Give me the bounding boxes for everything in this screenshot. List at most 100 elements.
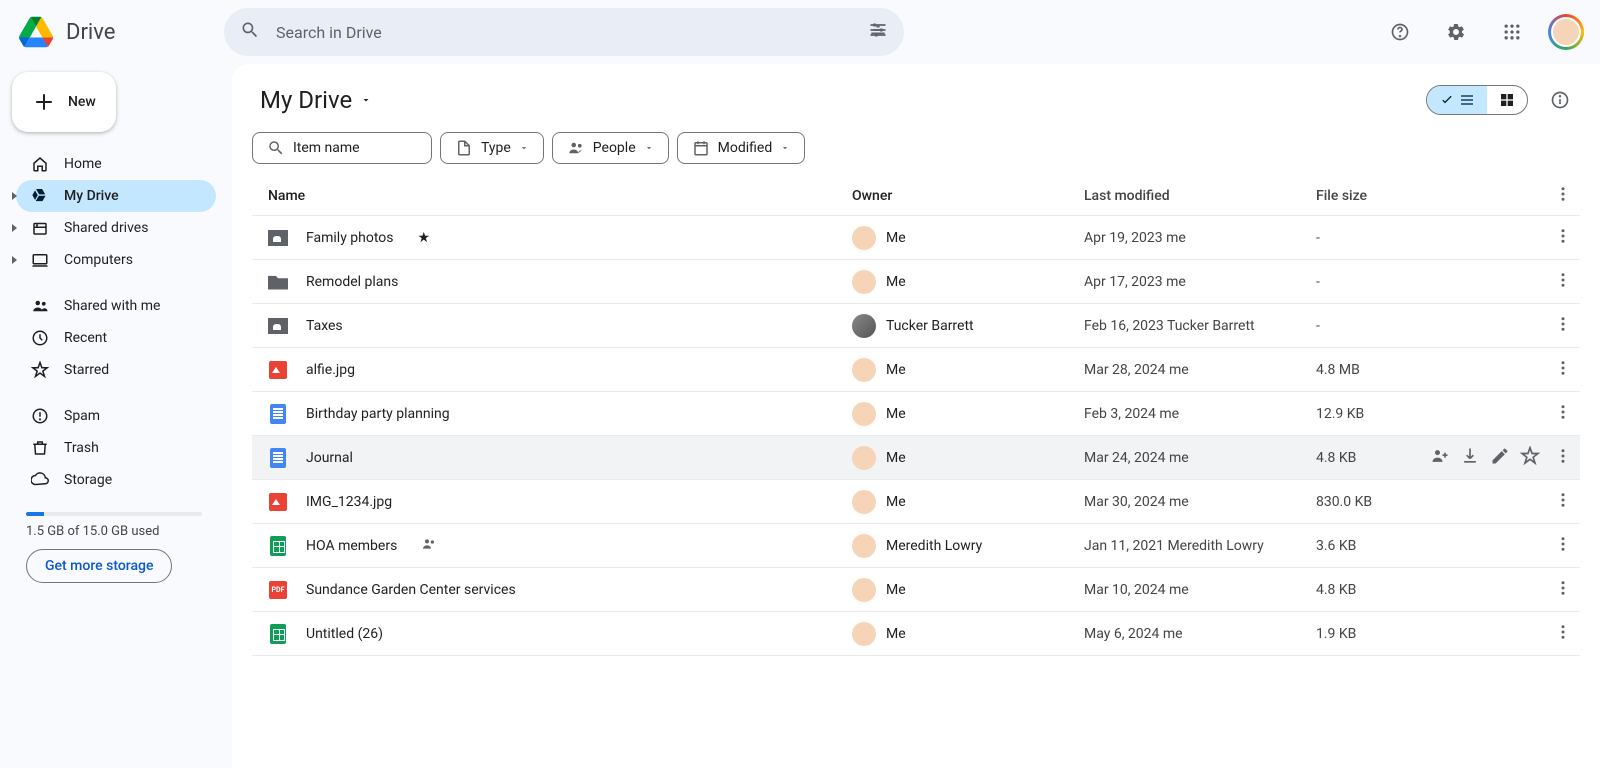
owner-name: Me bbox=[886, 494, 906, 510]
sidebar-item-my-drive[interactable]: My Drive bbox=[16, 180, 216, 212]
shared-badge-icon bbox=[421, 536, 437, 556]
breadcrumb-title[interactable]: My Drive bbox=[252, 82, 380, 118]
row-more-icon[interactable] bbox=[1550, 355, 1576, 385]
table-row[interactable]: alfie.jpgMeMar 28, 2024 me4.8 MB bbox=[252, 348, 1580, 392]
sidebar-item-starred[interactable]: Starred bbox=[16, 354, 216, 386]
table-row[interactable]: IMG_1234.jpgMeMar 30, 2024 me830.0 KB bbox=[252, 480, 1580, 524]
download-icon[interactable] bbox=[1460, 446, 1480, 470]
file-type-icon: PDF bbox=[268, 580, 288, 600]
file-name: Remodel plans bbox=[306, 274, 398, 290]
table-row[interactable]: JournalMeMar 24, 2024 me4.8 KB bbox=[252, 436, 1580, 480]
sidebar-item-label: Home bbox=[64, 156, 102, 172]
filter-type[interactable]: Type bbox=[440, 132, 544, 164]
file-size: 4.8 KB bbox=[1316, 582, 1446, 598]
col-modified-header[interactable]: Last modified bbox=[1084, 188, 1170, 204]
table-row[interactable]: Untitled (26)MeMay 6, 2024 me1.9 KB bbox=[252, 612, 1580, 656]
sidebar-item-home[interactable]: Home bbox=[16, 148, 216, 180]
file-name: Journal bbox=[306, 450, 353, 466]
owner-name: Me bbox=[886, 406, 906, 422]
storage-block: 1.5 GB of 15.0 GB used Get more storage bbox=[12, 504, 216, 591]
owner-avatar bbox=[852, 402, 876, 426]
chevron-down-icon bbox=[360, 94, 372, 106]
owner-avatar bbox=[852, 358, 876, 382]
table-header-more-icon[interactable] bbox=[1550, 181, 1576, 211]
table-row[interactable]: TaxesTucker BarrettFeb 16, 2023 Tucker B… bbox=[252, 304, 1580, 348]
col-size-header[interactable]: File size bbox=[1316, 188, 1367, 204]
file-size: 4.8 MB bbox=[1316, 362, 1446, 378]
file-size: - bbox=[1316, 318, 1446, 334]
storage-text: 1.5 GB of 15.0 GB used bbox=[26, 524, 202, 539]
row-more-icon[interactable] bbox=[1550, 311, 1576, 341]
row-more-icon[interactable] bbox=[1550, 443, 1576, 473]
grid-view-button[interactable] bbox=[1487, 86, 1527, 114]
row-more-icon[interactable] bbox=[1550, 531, 1576, 561]
file-name: Birthday party planning bbox=[306, 406, 450, 422]
sidebar-item-recent[interactable]: Recent bbox=[16, 322, 216, 354]
sidebar-item-spam[interactable]: Spam bbox=[16, 400, 216, 432]
star-icon[interactable] bbox=[1520, 446, 1540, 470]
owner-avatar bbox=[852, 226, 876, 250]
table-row[interactable]: Birthday party planningMeFeb 3, 2024 me1… bbox=[252, 392, 1580, 436]
sidebar-item-computers[interactable]: Computers bbox=[16, 244, 216, 276]
settings-icon[interactable] bbox=[1436, 12, 1476, 52]
table-row[interactable]: PDFSundance Garden Center servicesMeMar … bbox=[252, 568, 1580, 612]
help-icon[interactable] bbox=[1380, 12, 1420, 52]
main-content: My Drive Item name bbox=[232, 64, 1600, 768]
sidebar-item-label: My Drive bbox=[64, 188, 119, 204]
row-more-icon[interactable] bbox=[1550, 223, 1576, 253]
table-header: Name Owner Last modified File size bbox=[252, 176, 1580, 216]
modified-date: Apr 19, 2023 me bbox=[1084, 230, 1316, 246]
modified-date: Feb 3, 2024 me bbox=[1084, 406, 1316, 422]
table-row[interactable]: HOA membersMeredith LowryJan 11, 2021 Me… bbox=[252, 524, 1580, 568]
sidebar-item-shared-with-me[interactable]: Shared with me bbox=[16, 290, 216, 322]
owner-avatar bbox=[852, 578, 876, 602]
file-type-icon bbox=[268, 316, 288, 336]
get-more-storage-button[interactable]: Get more storage bbox=[26, 549, 172, 583]
search-bar[interactable] bbox=[224, 8, 904, 56]
file-name: Family photos bbox=[306, 230, 394, 246]
row-more-icon[interactable] bbox=[1550, 267, 1576, 297]
modified-date: Mar 10, 2024 me bbox=[1084, 582, 1316, 598]
owner-avatar bbox=[852, 534, 876, 558]
filter-people[interactable]: People bbox=[552, 132, 669, 164]
sidebar-item-storage[interactable]: Storage bbox=[16, 464, 216, 496]
view-toggle bbox=[1426, 85, 1528, 115]
sidebar-item-trash[interactable]: Trash bbox=[16, 432, 216, 464]
trash-icon bbox=[30, 438, 50, 458]
account-avatar[interactable] bbox=[1548, 14, 1584, 50]
row-more-icon[interactable] bbox=[1550, 399, 1576, 429]
row-more-icon[interactable] bbox=[1550, 487, 1576, 517]
sidebar: New Home My Drive Shared drivesComputers S… bbox=[0, 64, 232, 768]
filter-item-name[interactable]: Item name bbox=[252, 132, 432, 164]
table-row[interactable]: Remodel plansMeApr 17, 2023 me- bbox=[252, 260, 1580, 304]
share-icon[interactable] bbox=[1430, 446, 1450, 470]
apps-icon[interactable] bbox=[1492, 12, 1532, 52]
sidebar-item-shared-drives[interactable]: Shared drives bbox=[16, 212, 216, 244]
row-more-icon[interactable] bbox=[1550, 575, 1576, 605]
owner-name: Me bbox=[886, 274, 906, 290]
row-more-icon[interactable] bbox=[1550, 619, 1576, 649]
storage-icon bbox=[30, 470, 50, 490]
owner-name: Me bbox=[886, 582, 906, 598]
rename-icon[interactable] bbox=[1490, 446, 1510, 470]
file-name: HOA members bbox=[306, 538, 397, 554]
new-button[interactable]: New bbox=[12, 72, 116, 132]
header-icons bbox=[1380, 12, 1584, 52]
list-view-button[interactable] bbox=[1427, 86, 1487, 114]
file-size: - bbox=[1316, 230, 1446, 246]
search-options-icon[interactable] bbox=[868, 20, 888, 44]
logo-area[interactable]: Drive bbox=[16, 12, 216, 52]
search-input[interactable] bbox=[276, 23, 852, 42]
table-row[interactable]: Family photos★MeApr 19, 2023 me- bbox=[252, 216, 1580, 260]
shared-with-me-icon bbox=[30, 296, 50, 316]
sidebar-item-label: Shared with me bbox=[64, 298, 160, 314]
home-icon bbox=[30, 154, 50, 174]
col-owner-header[interactable]: Owner bbox=[852, 188, 892, 204]
file-type-icon bbox=[268, 492, 288, 512]
filter-modified[interactable]: Modified bbox=[677, 132, 806, 164]
col-name-header[interactable]: Name bbox=[268, 188, 305, 204]
file-type-icon bbox=[268, 624, 288, 644]
info-icon[interactable] bbox=[1540, 80, 1580, 120]
new-button-label: New bbox=[68, 94, 96, 110]
owner-avatar bbox=[852, 622, 876, 646]
